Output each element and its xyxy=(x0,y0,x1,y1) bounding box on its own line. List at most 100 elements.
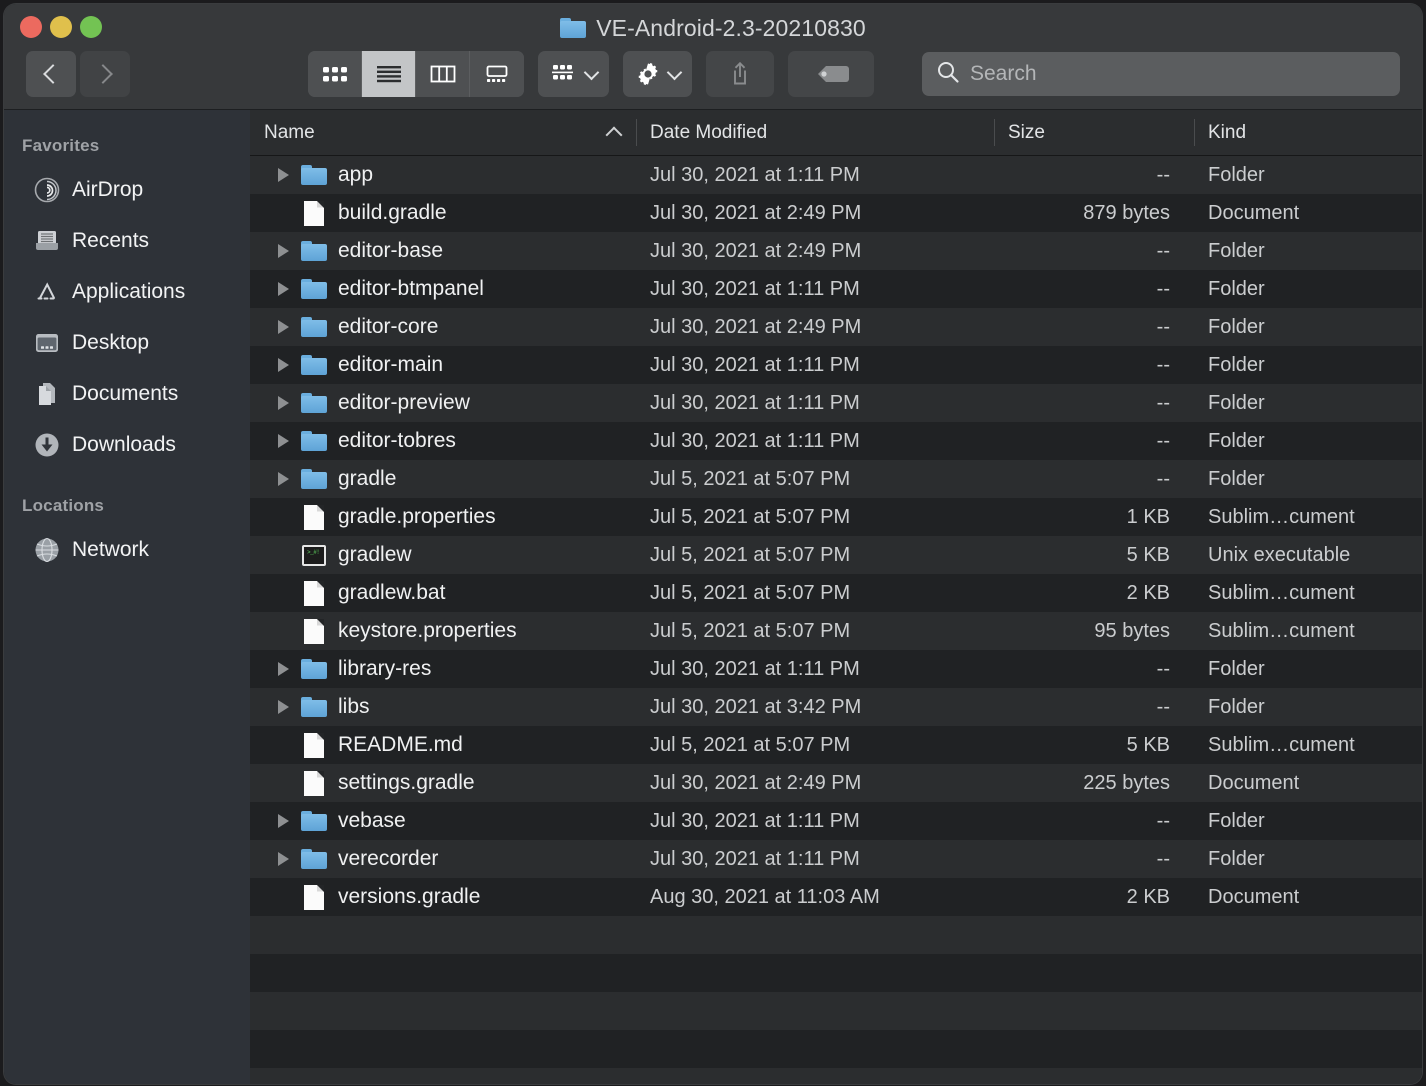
file-name-cell[interactable]: >_#! gradlew xyxy=(250,543,636,567)
file-name-cell[interactable]: gradlew.bat xyxy=(250,580,636,606)
file-name-cell[interactable]: verecorder xyxy=(250,847,636,871)
tags-button[interactable] xyxy=(788,51,874,97)
document-icon xyxy=(304,618,324,644)
share-button[interactable] xyxy=(706,51,774,97)
disclosure-triangle[interactable] xyxy=(266,472,300,486)
disclosure-triangle[interactable] xyxy=(266,244,300,258)
search-input-placeholder[interactable]: Search xyxy=(970,62,1037,86)
table-row[interactable]: gradle Jul 5, 2021 at 5:07 PM -- Folder xyxy=(250,460,1422,498)
folder-icon xyxy=(301,279,327,299)
tag-icon xyxy=(818,66,849,82)
sidebar-item-documents[interactable]: Documents xyxy=(4,368,250,419)
table-row[interactable]: editor-base Jul 30, 2021 at 2:49 PM -- Fold… xyxy=(250,232,1422,270)
file-name-label: versions.gradle xyxy=(338,885,481,908)
table-row[interactable]: editor-preview Jul 30, 2021 at 1:11 PM -- F… xyxy=(250,384,1422,422)
forward-button[interactable] xyxy=(80,51,130,97)
disclosure-triangle[interactable] xyxy=(266,434,300,448)
table-row[interactable]: settings.gradle Jul 30, 2021 at 2:49 PM 22… xyxy=(250,764,1422,802)
sidebar-item-applications[interactable]: Applications xyxy=(4,266,250,317)
table-row[interactable]: vebase Jul 30, 2021 at 1:11 PM -- Folder xyxy=(250,802,1422,840)
file-name-cell[interactable]: editor-base xyxy=(250,239,636,263)
file-kind-cell: Folder xyxy=(1208,239,1265,262)
folder-icon xyxy=(301,697,327,717)
file-size-cell: -- xyxy=(1156,163,1170,186)
folder-icon xyxy=(301,241,327,261)
file-name-cell[interactable]: editor-main xyxy=(250,353,636,377)
file-name-cell[interactable]: gradle xyxy=(250,467,636,491)
file-name-label: editor-core xyxy=(338,315,439,338)
sidebar-item-airdrop[interactable]: AirDrop xyxy=(4,164,250,215)
disclosure-triangle[interactable] xyxy=(266,282,300,296)
table-row[interactable]: app Jul 30, 2021 at 1:11 PM -- Folder xyxy=(250,156,1422,194)
action-menu-button[interactable] xyxy=(623,51,692,97)
table-row[interactable]: gradlew.bat Jul 5, 2021 at 5:07 PM 2 KB Sub… xyxy=(250,574,1422,612)
file-size-cell: 5 KB xyxy=(1126,543,1170,566)
table-row[interactable]: library-res Jul 30, 2021 at 1:11 PM -- Fold… xyxy=(250,650,1422,688)
file-name-cell[interactable]: editor-btmpanel xyxy=(250,277,636,301)
file-name-cell[interactable]: editor-tobres xyxy=(250,429,636,453)
table-row[interactable]: gradle.properties Jul 5, 2021 at 5:07 PM 1… xyxy=(250,498,1422,536)
folder-icon xyxy=(301,811,327,831)
file-name-cell[interactable]: editor-preview xyxy=(250,391,636,415)
table-row[interactable]: editor-core Jul 30, 2021 at 2:49 PM -- Fold… xyxy=(250,308,1422,346)
file-kind-cell: Sublim…cument xyxy=(1208,505,1355,528)
file-name-cell[interactable]: build.gradle xyxy=(250,200,636,226)
gallery-view-button[interactable] xyxy=(470,51,524,97)
sidebar-item-label: Network xyxy=(72,537,150,561)
column-header-size-label: Size xyxy=(1008,121,1045,143)
file-list-pane: Name Date Modified Size Kind app Jul 30, … xyxy=(250,110,1422,1084)
file-kind-cell: Document xyxy=(1208,885,1300,908)
table-row[interactable]: verecorder Jul 30, 2021 at 1:11 PM -- Folde… xyxy=(250,840,1422,878)
file-name-cell[interactable]: editor-core xyxy=(250,315,636,339)
table-row[interactable]: libs Jul 30, 2021 at 3:42 PM -- Folder xyxy=(250,688,1422,726)
group-by-button[interactable] xyxy=(538,51,609,97)
table-row[interactable]: >_#! gradlew Jul 5, 2021 at 5:07 PM 5 KB Uni… xyxy=(250,536,1422,574)
disclosure-triangle[interactable] xyxy=(266,662,300,676)
column-header-kind[interactable]: Kind xyxy=(1194,110,1422,155)
back-button[interactable] xyxy=(26,51,76,97)
table-row[interactable]: editor-main Jul 30, 2021 at 1:11 PM -- Fold… xyxy=(250,346,1422,384)
file-date-cell: Jul 30, 2021 at 1:11 PM xyxy=(650,809,860,832)
columns-icon xyxy=(430,65,455,83)
search-field[interactable]: Search xyxy=(922,52,1400,96)
icon-view-button[interactable] xyxy=(308,51,362,97)
file-name-label: editor-main xyxy=(338,353,444,376)
column-header-date-modified[interactable]: Date Modified xyxy=(636,110,994,155)
file-name-cell[interactable]: app xyxy=(250,163,636,187)
table-row[interactable]: editor-btmpanel Jul 30, 2021 at 1:11 PM --… xyxy=(250,270,1422,308)
list-view-button[interactable] xyxy=(362,51,416,97)
disclosure-triangle[interactable] xyxy=(266,358,300,372)
sidebar-item-desktop[interactable]: Desktop xyxy=(4,317,250,368)
window-titlebar: VE-Android-2.3-20210830 Search xyxy=(4,4,1422,110)
column-header-name[interactable]: Name xyxy=(250,110,636,155)
file-name-cell[interactable]: vebase xyxy=(250,809,636,833)
group-icon xyxy=(552,65,573,80)
table-row[interactable]: keystore.properties Jul 5, 2021 at 5:07 P… xyxy=(250,612,1422,650)
disclosure-triangle[interactable] xyxy=(266,700,300,714)
file-name-cell[interactable]: gradle.properties xyxy=(250,504,636,530)
disclosure-triangle[interactable] xyxy=(266,396,300,410)
disclosure-triangle[interactable] xyxy=(266,320,300,334)
file-name-cell[interactable]: versions.gradle xyxy=(250,884,636,910)
file-name-cell[interactable]: libs xyxy=(250,695,636,719)
table-row[interactable]: versions.gradle Aug 30, 2021 at 11:03 AM 2… xyxy=(250,878,1422,916)
file-name-cell[interactable]: library-res xyxy=(250,657,636,681)
sidebar-item-recents[interactable]: Recents xyxy=(4,215,250,266)
disclosure-triangle[interactable] xyxy=(266,168,300,182)
column-header-size[interactable]: Size xyxy=(994,110,1194,155)
sidebar-item-network[interactable]: Network xyxy=(4,524,250,575)
table-row[interactable]: build.gradle Jul 30, 2021 at 2:49 PM 879 b… xyxy=(250,194,1422,232)
column-view-button[interactable] xyxy=(416,51,470,97)
disclosure-triangle[interactable] xyxy=(266,814,300,828)
column-header-kind-label: Kind xyxy=(1208,121,1247,143)
table-row[interactable]: README.md Jul 5, 2021 at 5:07 PM 5 KB Subli… xyxy=(250,726,1422,764)
file-name-cell[interactable]: README.md xyxy=(250,732,636,758)
table-row[interactable]: editor-tobres Jul 30, 2021 at 1:11 PM -- Fo… xyxy=(250,422,1422,460)
file-name-cell[interactable]: keystore.properties xyxy=(250,618,636,644)
file-kind-cell: Folder xyxy=(1208,315,1265,338)
file-date-cell: Jul 30, 2021 at 1:11 PM xyxy=(650,657,860,680)
file-name-cell[interactable]: settings.gradle xyxy=(250,770,636,796)
file-size-cell: 2 KB xyxy=(1126,885,1170,908)
disclosure-triangle[interactable] xyxy=(266,852,300,866)
sidebar-item-downloads[interactable]: Downloads xyxy=(4,419,250,470)
